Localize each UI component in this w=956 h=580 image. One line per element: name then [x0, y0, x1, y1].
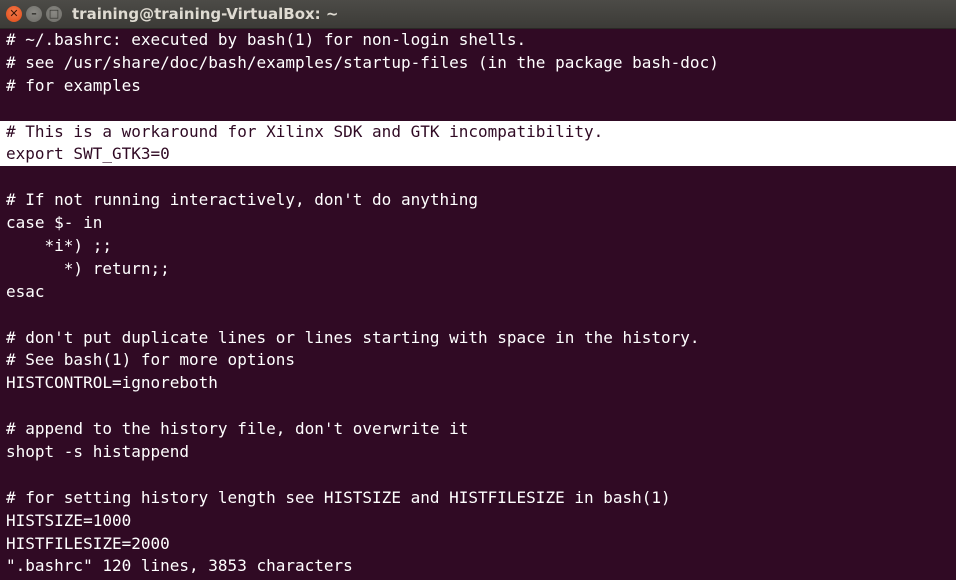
terminal-line: # append to the history file, don't over… — [6, 419, 469, 439]
minimize-icon: – — [31, 7, 37, 20]
terminal-line: *) return;; — [6, 258, 170, 278]
minimize-window-button[interactable]: – — [26, 6, 42, 22]
close-window-button[interactable]: ✕ — [6, 6, 22, 22]
terminal-line: # see /usr/share/doc/bash/examples/start… — [6, 52, 719, 72]
terminal-line: HISTFILESIZE=2000 — [6, 533, 170, 553]
highlighted-line: export SWT_GTK3=0 — [0, 143, 956, 167]
highlighted-line: # This is a workaround for Xilinx SDK an… — [0, 120, 956, 144]
maximize-window-button[interactable]: □ — [46, 6, 62, 22]
terminal-line: # don't put duplicate lines or lines sta… — [6, 327, 700, 347]
title-bar[interactable]: ✕ – □ training@training-VirtualBox: ~ — [0, 0, 956, 29]
terminal-line: # for setting history length see HISTSIZ… — [6, 487, 671, 507]
terminal-line: case $- in — [6, 213, 103, 233]
maximize-icon: □ — [48, 7, 60, 20]
terminal-line: HISTCONTROL=ignoreboth — [6, 373, 218, 393]
terminal-line: # ~/.bashrc: executed by bash(1) for non… — [6, 30, 527, 49]
terminal-line: HISTSIZE=1000 — [6, 510, 132, 530]
terminal-line: # for examples — [6, 75, 141, 95]
terminal-line: *i*) ;; — [6, 236, 112, 256]
terminal-line: # If not running interactively, don't do… — [6, 190, 479, 210]
terminal-text-area[interactable]: # ~/.bashrc: executed by bash(1) for non… — [0, 29, 956, 580]
status-line: ".bashrc" 120 lines, 3853 characters — [6, 556, 353, 576]
terminal-line: esac — [6, 281, 45, 301]
terminal-line: # See bash(1) for more options — [6, 350, 295, 370]
close-icon: ✕ — [9, 7, 19, 20]
terminal-line: shopt -s histappend — [6, 442, 190, 462]
window-title: training@training-VirtualBox: ~ — [72, 5, 339, 23]
terminal-window: ✕ – □ training@training-VirtualBox: ~ # … — [0, 0, 956, 580]
